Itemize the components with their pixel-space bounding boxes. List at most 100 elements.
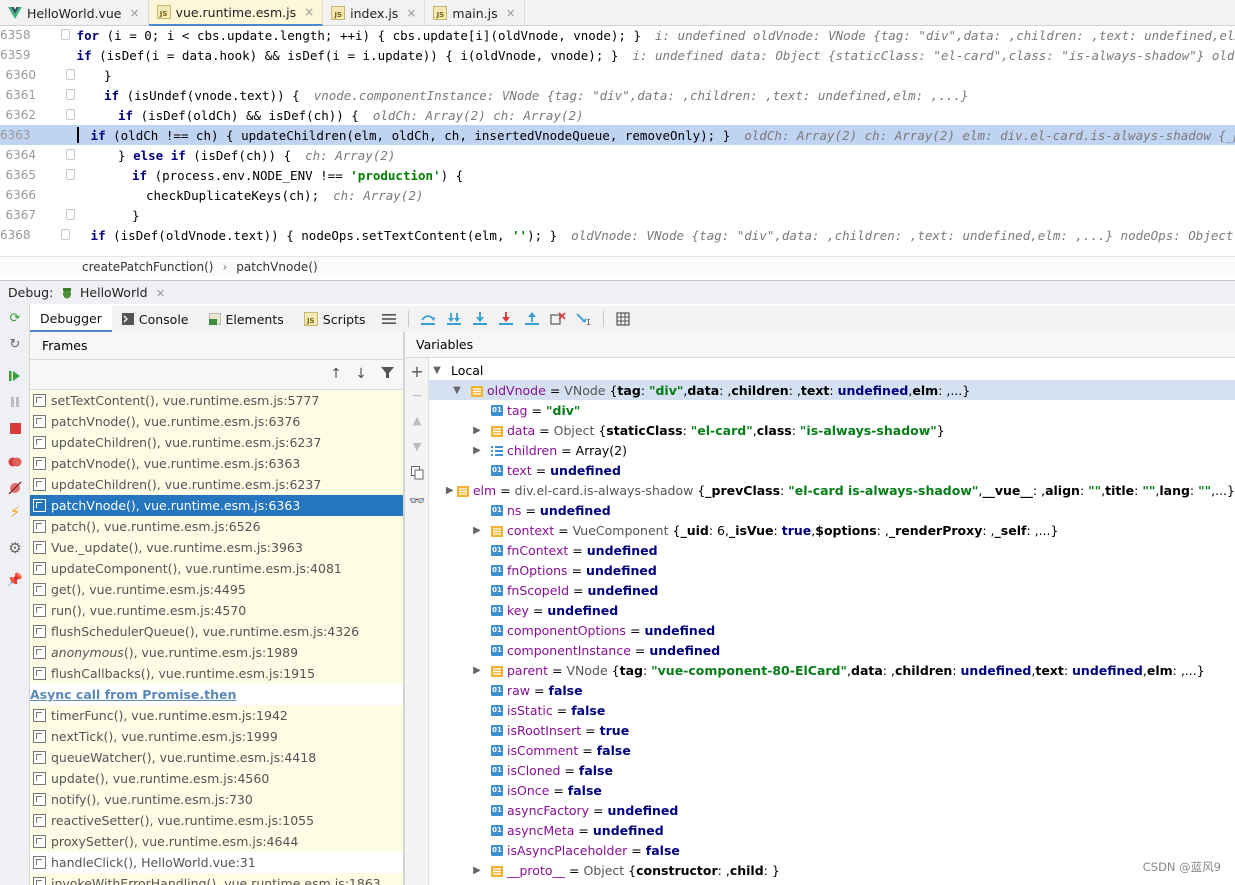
editor-tab[interactable]: HelloWorld.vue ×	[0, 0, 149, 26]
editor-tab[interactable]: JS vue.runtime.esm.js ×	[148, 0, 324, 26]
stack-frame[interactable]: flushCallbacks(), vue.runtime.esm.js:191…	[30, 663, 403, 684]
rerun-icon[interactable]: ⟳	[7, 310, 23, 326]
code-line[interactable]: 6364} else if (isDef(ch)) {ch: Array(2)	[0, 145, 1235, 165]
variable-node[interactable]: 01 ns = undefined	[429, 500, 1235, 520]
variable-node[interactable]: 01 asyncFactory = undefined	[429, 800, 1235, 820]
code-line[interactable]: 6361 if (isUndef(vnode.text)) {vnode.comp…	[0, 85, 1235, 105]
chevron-right-icon[interactable]: ▶	[471, 425, 483, 436]
stack-frame[interactable]: timerFunc(), vue.runtime.esm.js:1942	[30, 705, 403, 726]
fold-marker-icon[interactable]	[66, 149, 75, 160]
variable-node[interactable]: 01 componentInstance = undefined	[429, 640, 1235, 660]
variable-node[interactable]: ▶ context = VueComponent {_uid: 6,_isVue: t…	[429, 520, 1235, 540]
variable-node[interactable]: 01 fnContext = undefined	[429, 540, 1235, 560]
layout-menu-icon[interactable]	[379, 309, 399, 329]
editor-gutter[interactable]	[40, 165, 76, 185]
stack-frame[interactable]: reactiveSetter(), vue.runtime.esm.js:105…	[30, 810, 403, 831]
fold-marker-icon[interactable]	[66, 89, 75, 100]
variable-node[interactable]: 01 isStatic = false	[429, 700, 1235, 720]
stack-frame[interactable]: proxySetter(), vue.runtime.esm.js:4644	[30, 831, 403, 852]
remove-watch-icon[interactable]: −	[409, 388, 425, 404]
fold-marker-icon[interactable]	[66, 209, 75, 220]
editor-tab[interactable]: JS main.js ×	[425, 0, 525, 26]
stack-frame[interactable]: setTextContent(), vue.runtime.esm.js:577…	[30, 390, 403, 411]
variable-node[interactable]: ▶ parent = VNode {tag: "vue-component-80-El…	[429, 660, 1235, 680]
tab-scripts[interactable]: JS Scripts	[294, 306, 376, 332]
fold-marker-icon[interactable]	[66, 169, 75, 180]
close-icon[interactable]: ×	[506, 6, 516, 20]
variable-node[interactable]: 01 componentOptions = undefined	[429, 620, 1235, 640]
stack-frame[interactable]: patchVnode(), vue.runtime.esm.js:6363	[30, 495, 403, 516]
mute-breakpoints-icon[interactable]	[7, 480, 23, 496]
variable-node[interactable]: 01 raw = false	[429, 680, 1235, 700]
code-line[interactable]: 6362 if (isDef(oldCh) && isDef(ch)) {oldC…	[0, 105, 1235, 125]
drop-frame-icon[interactable]	[548, 309, 568, 329]
chevron-right-icon[interactable]: ▶	[471, 665, 483, 676]
add-watch-icon[interactable]: +	[409, 362, 425, 381]
code-line[interactable]: 6368 if (isDef(oldVnode.text)) { nodeOps.…	[0, 225, 1235, 245]
step-over-icon[interactable]	[444, 309, 464, 329]
fold-marker-icon[interactable]	[60, 29, 70, 40]
variable-node[interactable]: ▶ data = Object {staticClass: "el-card",cla…	[429, 420, 1235, 440]
code-line[interactable]: 6367}	[0, 205, 1235, 225]
variable-node[interactable]: ▶ children = Array(2)	[429, 440, 1235, 460]
pause-icon[interactable]	[7, 394, 23, 410]
tab-elements[interactable]: Elements	[199, 306, 294, 332]
close-icon[interactable]: ×	[130, 6, 140, 20]
debug-session-tab[interactable]: HelloWorld ×	[60, 285, 166, 300]
stop-icon[interactable]	[7, 420, 23, 436]
stack-frame[interactable]: notify(), vue.runtime.esm.js:730	[30, 789, 403, 810]
variable-node[interactable]: 01 isCloned = false	[429, 760, 1235, 780]
scope-node[interactable]: ▼ Local	[429, 360, 1235, 380]
chevron-right-icon[interactable]: ▶	[471, 445, 483, 456]
editor-gutter[interactable]	[40, 145, 76, 165]
move-down-icon[interactable]: ▼	[409, 440, 425, 456]
close-icon[interactable]: ×	[156, 286, 166, 300]
editor-gutter[interactable]	[40, 105, 76, 125]
pin-icon[interactable]: 📌	[7, 572, 23, 588]
chevron-right-icon[interactable]: ▶	[471, 525, 483, 536]
close-icon[interactable]: ×	[304, 5, 314, 19]
stack-frame[interactable]: nextTick(), vue.runtime.esm.js:1999	[30, 726, 403, 747]
fold-marker-icon[interactable]	[66, 69, 75, 80]
breadcrumb-item[interactable]: createPatchFunction()	[82, 260, 213, 274]
stack-frame[interactable]: invokeWithErrorHandling(), vue.runtime.e…	[30, 873, 403, 885]
code-line[interactable]: 6358 for (i = 0; i < cbs.update.length; +…	[0, 26, 1235, 45]
code-line[interactable]: 6359 if (isDef(i = data.hook) && isDef(i …	[0, 45, 1235, 65]
lightning-icon[interactable]: ⚡	[7, 503, 23, 521]
arrow-down-icon[interactable]: ↓	[353, 366, 369, 384]
chevron-down-icon[interactable]: ▼	[431, 365, 443, 376]
stack-frame[interactable]: flushSchedulerQueue(), vue.runtime.esm.j…	[30, 621, 403, 642]
stack-frame[interactable]: get(), vue.runtime.esm.js:4495	[30, 579, 403, 600]
stack-frame[interactable]: queueWatcher(), vue.runtime.esm.js:4418	[30, 747, 403, 768]
step-out-icon[interactable]	[522, 309, 542, 329]
variable-node[interactable]: 01 isComment = false	[429, 740, 1235, 760]
variable-node[interactable]: 01 fnScopeId = undefined	[429, 580, 1235, 600]
editor-gutter[interactable]	[40, 65, 76, 85]
move-up-icon[interactable]: ▲	[409, 414, 425, 430]
editor-gutter[interactable]	[40, 205, 76, 225]
filter-icon[interactable]	[379, 366, 395, 384]
step-into-icon[interactable]	[470, 309, 490, 329]
editor-gutter[interactable]	[40, 85, 76, 105]
stack-frame[interactable]: updateComponent(), vue.runtime.esm.js:40…	[30, 558, 403, 579]
execution-point-line[interactable]: 6363 if (oldCh !== ch) { updateChildren(e…	[0, 125, 1235, 145]
tab-debugger[interactable]: Debugger	[30, 306, 112, 332]
resume-icon[interactable]	[7, 368, 23, 384]
stack-frame[interactable]: patchVnode(), vue.runtime.esm.js:6363	[30, 453, 403, 474]
fold-marker-icon[interactable]	[66, 109, 75, 120]
stack-frame[interactable]: Vue._update(), vue.runtime.esm.js:3963	[30, 537, 403, 558]
stack-frame[interactable]: updateChildren(), vue.runtime.esm.js:623…	[30, 432, 403, 453]
arrow-up-icon[interactable]: ↑	[328, 366, 344, 384]
chevron-right-icon[interactable]: ▶	[446, 485, 454, 496]
variable-node[interactable]: 01 isRootInsert = true	[429, 720, 1235, 740]
variable-node[interactable]: ▼ oldVnode = VNode {tag: "div",data: ,child…	[429, 380, 1235, 400]
variable-node[interactable]: 01 isAsyncPlaceholder = false	[429, 840, 1235, 860]
settings-icon[interactable]: ⚙	[7, 539, 23, 557]
variable-node[interactable]: ▶ __proto__ = Object {constructor: ,child: …	[429, 860, 1235, 880]
variable-node[interactable]: 01 tag = "div"	[429, 400, 1235, 420]
editor-gutter[interactable]	[40, 185, 76, 205]
variable-node[interactable]: ▶ elm = div.el-card.is-always-shadow {_prev…	[429, 480, 1235, 500]
evaluate-expression-icon[interactable]	[613, 309, 633, 329]
chevron-down-icon[interactable]: ▼	[451, 385, 463, 396]
breadcrumb-item[interactable]: patchVnode()	[236, 260, 317, 274]
